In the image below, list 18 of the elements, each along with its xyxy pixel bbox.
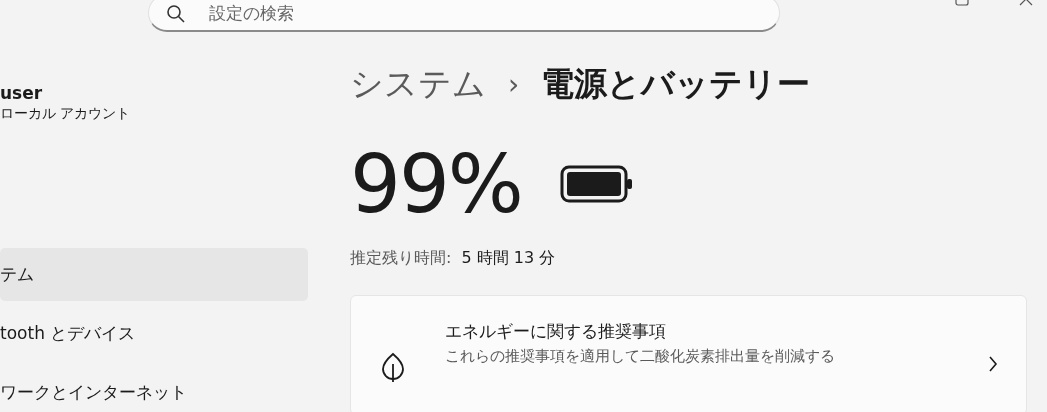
- leaf-icon: [381, 352, 405, 382]
- estimate-value: 5 時間 13 分: [461, 248, 556, 269]
- account-name: user: [0, 83, 44, 103]
- search-field[interactable]: 設定の検索: [148, 0, 780, 32]
- page-title: 電源とバッテリー: [541, 62, 811, 105]
- chevron-icon: [988, 356, 998, 372]
- sidebar-item[interactable]: ワークとインターネット: [0, 366, 308, 412]
- breadcrumb-separator: ›: [508, 67, 520, 101]
- account-type: ローカル アカウント: [0, 105, 132, 123]
- battery-icon: [559, 165, 634, 203]
- estimate-label: 推定残り時間:: [350, 248, 452, 269]
- breadcrumb-link[interactable]: システム: [350, 61, 486, 107]
- sidebar-item[interactable]: tooth とデバイス: [0, 307, 308, 360]
- card-title: エネルギーに関する推奨事項: [445, 320, 667, 343]
- sidebar-item[interactable]: テム: [0, 248, 308, 301]
- recommendations-card[interactable]: エネルギーに関する推奨事項 これらの推奨事項を適用して二酸化炭素排出量を削減する: [350, 295, 1027, 412]
- battery-percent: 99%: [350, 137, 522, 231]
- card-subtitle: これらの推奨事項を適用して二酸化炭素排出量を削減する: [445, 347, 836, 366]
